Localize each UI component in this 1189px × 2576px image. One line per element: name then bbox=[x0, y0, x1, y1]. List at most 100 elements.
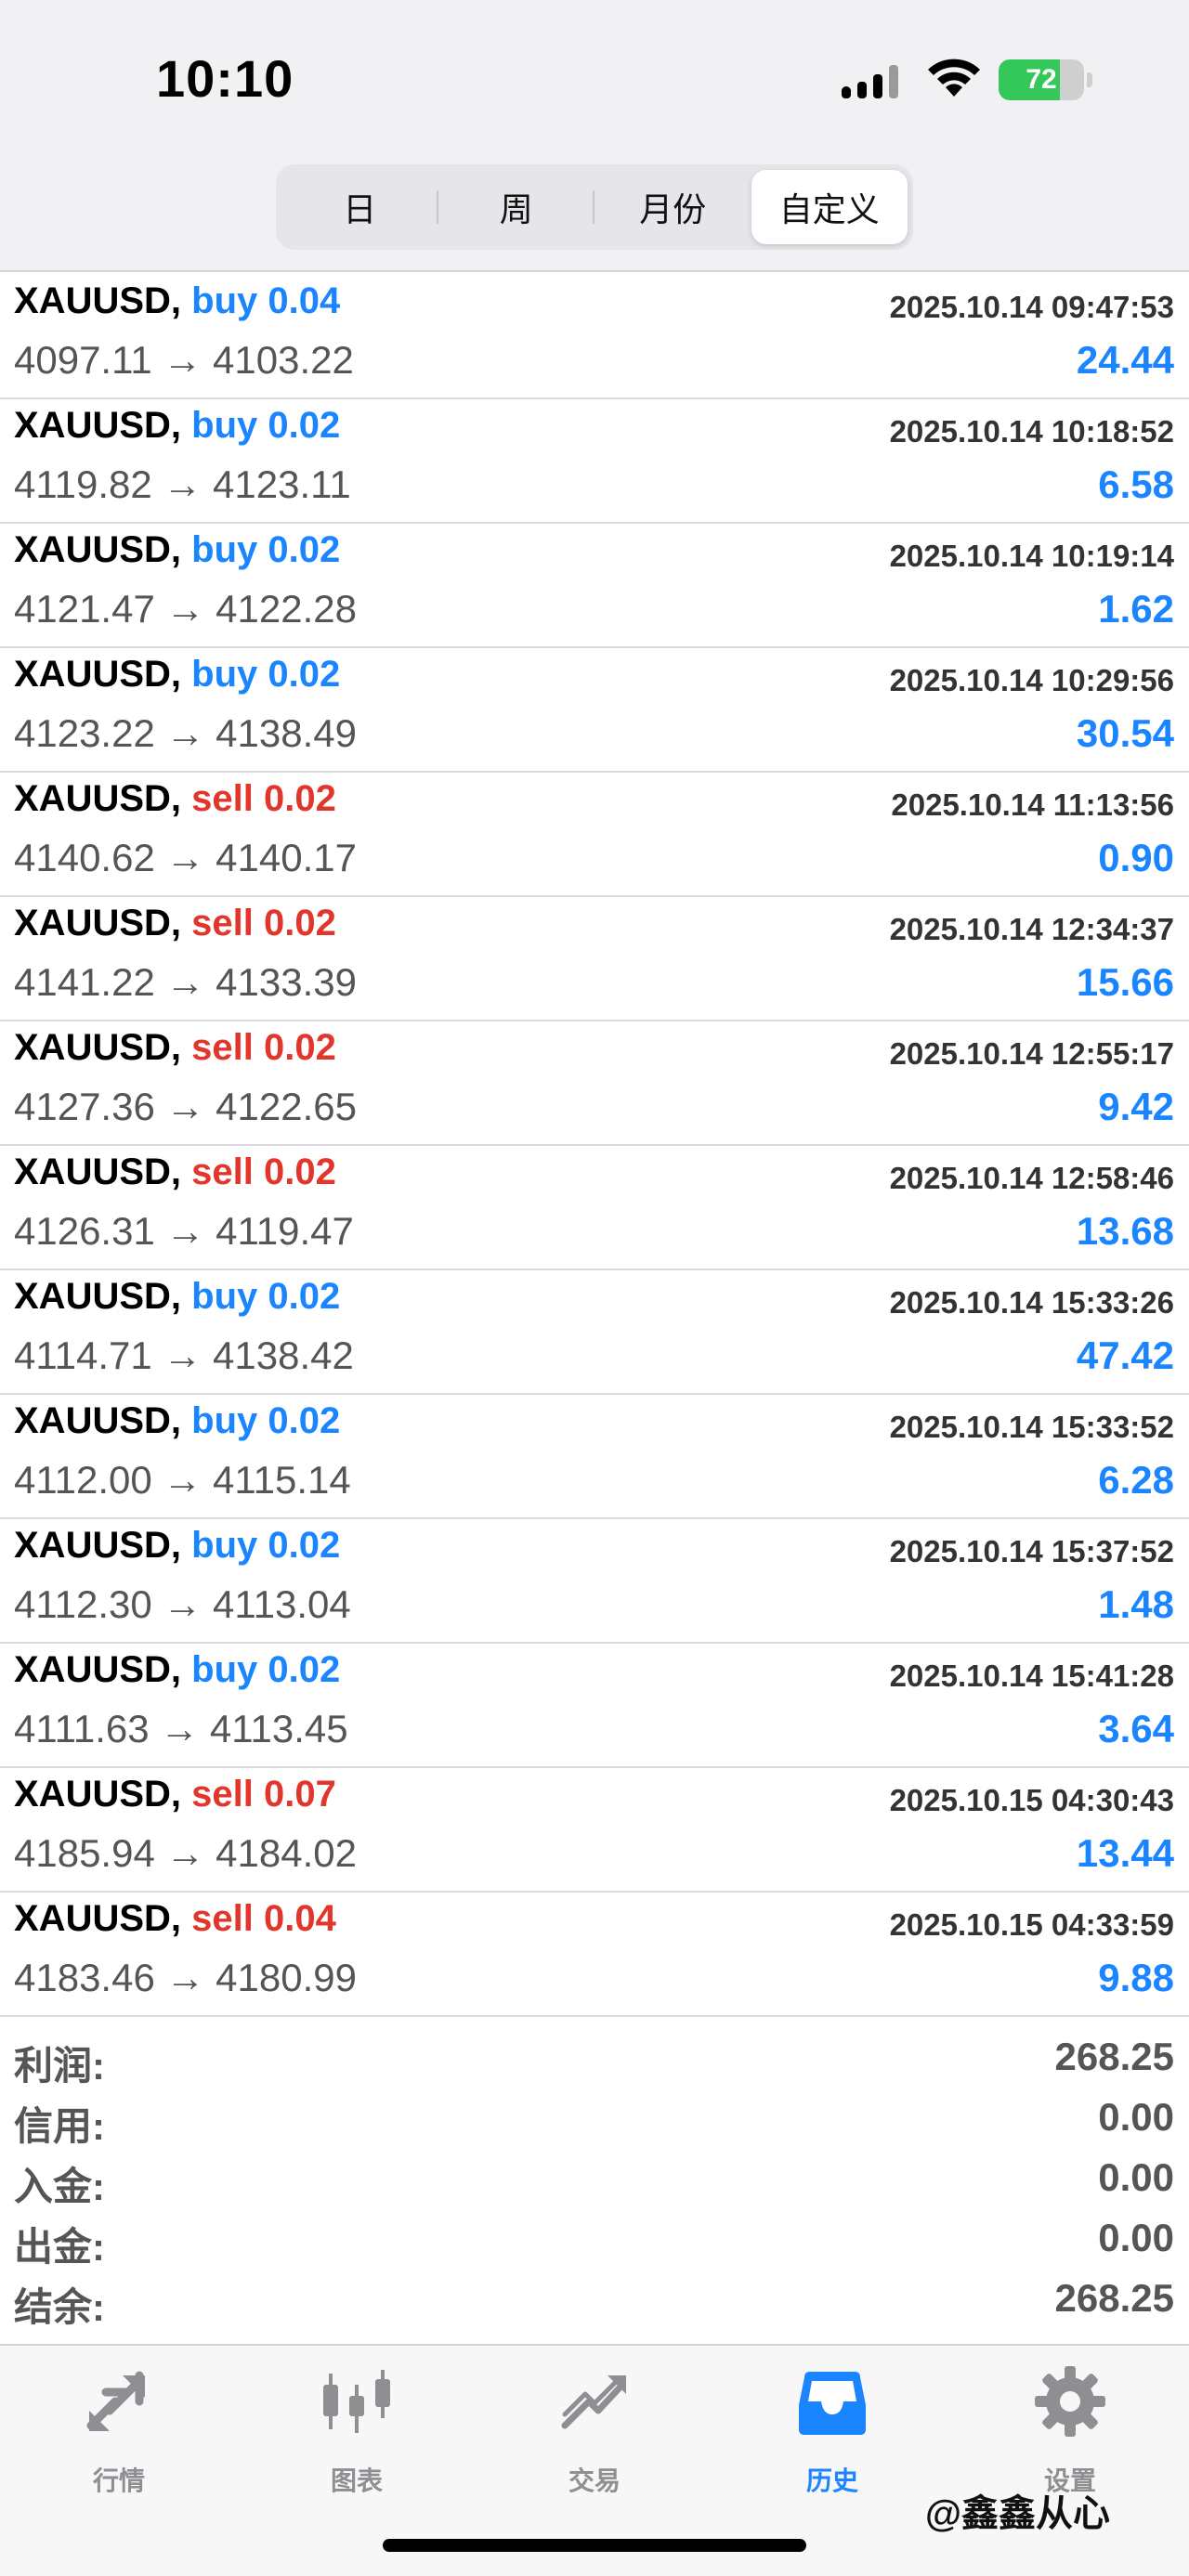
trade-volume: 0.02 bbox=[268, 405, 341, 446]
trade-datetime: 2025.10.14 15:37:52 bbox=[889, 1534, 1174, 1568]
wifi-icon bbox=[928, 59, 980, 97]
chart-icon bbox=[323, 2370, 390, 2433]
trade-symbol: XAUUSD, bbox=[14, 1027, 182, 1068]
summary-label: 利润: bbox=[14, 2044, 105, 2088]
trade-profit: 1.62 bbox=[1098, 587, 1174, 631]
trade-prices: 4097.11 → 4103.22 bbox=[14, 338, 354, 382]
trade-symbol-line: XAUUSD, buy 0.02 bbox=[14, 1525, 340, 1567]
trade-volume: 0.04 bbox=[264, 1898, 336, 1939]
trade-symbol: XAUUSD, bbox=[14, 654, 182, 695]
summary-value: 0.00 bbox=[1098, 2216, 1174, 2259]
trade-volume: 0.02 bbox=[264, 778, 336, 819]
tab-quotes[interactable]: 行情 bbox=[0, 2346, 238, 2513]
quotes-icon bbox=[86, 2371, 145, 2431]
trade-symbol: XAUUSD, bbox=[14, 1400, 182, 1441]
trade-symbol: XAUUSD, bbox=[14, 1898, 182, 1939]
trade-history-list: XAUUSD, buy 0.04 4097.11 → 4103.22 2025.10… bbox=[0, 275, 1189, 2017]
trade-datetime: 2025.10.14 15:41:28 bbox=[889, 1659, 1174, 1693]
segment-1[interactable]: 周 bbox=[438, 170, 595, 244]
trade-side: sell bbox=[191, 1151, 254, 1192]
trade-profit: 30.54 bbox=[1076, 711, 1174, 755]
trade-prices: 4119.82 → 4123.11 bbox=[14, 462, 351, 506]
trade-row[interactable]: XAUUSD, buy 0.04 4097.11 → 4103.22 2025.10… bbox=[0, 275, 1189, 399]
trade-side: buy bbox=[191, 1276, 258, 1317]
trade-prices: 4114.71 → 4138.42 bbox=[14, 1334, 354, 1377]
trade-row[interactable]: XAUUSD, sell 0.02 4127.36 → 4122.65 2025.1… bbox=[0, 1021, 1189, 1146]
trade-symbol: XAUUSD, bbox=[14, 1151, 182, 1192]
trade-row[interactable]: XAUUSD, sell 0.07 4185.94 → 4184.02 2025.1… bbox=[0, 1768, 1189, 1893]
trade-symbol-line: XAUUSD, sell 0.02 bbox=[14, 778, 336, 820]
summary-value: 268.25 bbox=[1054, 2276, 1174, 2320]
watermark: @鑫鑫从心 bbox=[925, 2493, 1111, 2534]
trade-volume: 0.02 bbox=[268, 1400, 341, 1441]
trade-datetime: 2025.10.14 15:33:26 bbox=[889, 1285, 1174, 1320]
trade-volume: 0.02 bbox=[264, 1151, 336, 1192]
trade-datetime: 2025.10.15 04:30:43 bbox=[889, 1783, 1174, 1817]
trade-profit: 3.64 bbox=[1098, 1707, 1174, 1750]
account-summary: 利润: 268.25 信用: 0.00 入金: 0.00 出金: 0.00 结余: 268.25 bbox=[0, 2029, 1189, 2331]
trade-prices: 4123.22 → 4138.49 bbox=[14, 711, 357, 755]
trade-side: sell bbox=[191, 778, 254, 819]
trade-symbol: XAUUSD, bbox=[14, 405, 182, 446]
trade-datetime: 2025.10.14 12:55:17 bbox=[889, 1036, 1174, 1071]
trade-symbol-line: XAUUSD, buy 0.02 bbox=[14, 405, 340, 447]
trade-symbol-line: XAUUSD, sell 0.07 bbox=[14, 1774, 336, 1815]
tab-chart[interactable]: 图表 bbox=[238, 2346, 476, 2513]
trade-row[interactable]: XAUUSD, buy 0.02 4112.30 → 4113.04 2025.10… bbox=[0, 1519, 1189, 1644]
trade-icon bbox=[561, 2375, 626, 2429]
trade-volume: 0.02 bbox=[268, 1525, 341, 1566]
trade-row[interactable]: XAUUSD, buy 0.02 4114.71 → 4138.42 2025.10… bbox=[0, 1270, 1189, 1395]
summary-value: 0.00 bbox=[1098, 2095, 1174, 2139]
trade-side: buy bbox=[191, 654, 258, 695]
trade-volume: 0.02 bbox=[268, 529, 341, 570]
trade-side: sell bbox=[191, 903, 254, 943]
segment-3[interactable]: 自定义 bbox=[751, 170, 908, 244]
period-segmented-control: 日周月份 自定义 bbox=[276, 164, 913, 250]
tab-trade[interactable]: 交易 bbox=[476, 2346, 713, 2513]
trade-row[interactable]: XAUUSD, sell 0.02 4141.22 → 4133.39 2025.1… bbox=[0, 897, 1189, 1021]
trade-row[interactable]: XAUUSD, sell 0.02 4126.31 → 4119.47 2025.1… bbox=[0, 1146, 1189, 1270]
home-indicator[interactable] bbox=[383, 2539, 806, 2552]
trade-row[interactable]: XAUUSD, sell 0.04 4183.46 → 4180.99 2025.1… bbox=[0, 1893, 1189, 2017]
trade-symbol-line: XAUUSD, sell 0.02 bbox=[14, 1027, 336, 1069]
tab-label: 历史 bbox=[805, 2466, 858, 2495]
trade-prices: 4112.00 → 4115.14 bbox=[14, 1458, 351, 1502]
segment-2[interactable]: 月份 bbox=[594, 170, 751, 244]
trade-side: buy bbox=[191, 529, 258, 570]
trade-datetime: 2025.10.14 12:34:37 bbox=[889, 912, 1174, 946]
trade-profit: 9.42 bbox=[1098, 1085, 1174, 1128]
segment-0[interactable]: 日 bbox=[281, 170, 438, 244]
trade-symbol: XAUUSD, bbox=[14, 1774, 182, 1815]
cellular-signal-icon bbox=[842, 65, 898, 98]
summary-row: 出金: 0.00 bbox=[0, 2210, 1189, 2270]
trade-symbol-line: XAUUSD, buy 0.02 bbox=[14, 1276, 340, 1318]
period-filter-bar: 日周月份 自定义 bbox=[0, 153, 1189, 272]
trade-row[interactable]: XAUUSD, sell 0.02 4140.62 → 4140.17 2025.1… bbox=[0, 773, 1189, 897]
summary-row: 入金: 0.00 bbox=[0, 2150, 1189, 2210]
summary-row: 结余: 268.25 bbox=[0, 2270, 1189, 2331]
battery-percent: 72 bbox=[1026, 64, 1057, 95]
trade-symbol: XAUUSD, bbox=[14, 1525, 182, 1566]
trade-row[interactable]: XAUUSD, buy 0.02 4111.63 → 4113.45 2025.10… bbox=[0, 1644, 1189, 1768]
trade-side: buy bbox=[191, 405, 258, 446]
trade-side: buy bbox=[191, 1525, 258, 1566]
trade-profit: 9.88 bbox=[1098, 1956, 1174, 1999]
trade-row[interactable]: XAUUSD, buy 0.02 4121.47 → 4122.28 2025.10… bbox=[0, 524, 1189, 648]
tab-label: 图表 bbox=[330, 2466, 383, 2495]
tab-label: 行情 bbox=[92, 2466, 145, 2495]
trade-symbol: XAUUSD, bbox=[14, 280, 182, 321]
tab-history[interactable]: 历史 bbox=[713, 2346, 951, 2513]
summary-value: 0.00 bbox=[1098, 2155, 1174, 2199]
trade-prices: 4140.62 → 4140.17 bbox=[14, 836, 357, 879]
trade-row[interactable]: XAUUSD, buy 0.02 4112.00 → 4115.14 2025.10… bbox=[0, 1395, 1189, 1519]
trade-symbol-line: XAUUSD, sell 0.02 bbox=[14, 903, 336, 944]
trade-symbol: XAUUSD, bbox=[14, 1649, 182, 1690]
trade-row[interactable]: XAUUSD, buy 0.02 4119.82 → 4123.11 2025.10… bbox=[0, 399, 1189, 524]
trade-profit: 6.58 bbox=[1098, 462, 1174, 506]
status-time: 10:10 bbox=[156, 49, 294, 108]
trade-side: sell bbox=[191, 1898, 254, 1939]
trade-prices: 4111.63 → 4113.45 bbox=[14, 1707, 348, 1750]
status-bar: 10:10 72 bbox=[0, 0, 1189, 153]
trade-profit: 47.42 bbox=[1076, 1334, 1174, 1377]
trade-row[interactable]: XAUUSD, buy 0.02 4123.22 → 4138.49 2025.10… bbox=[0, 648, 1189, 773]
